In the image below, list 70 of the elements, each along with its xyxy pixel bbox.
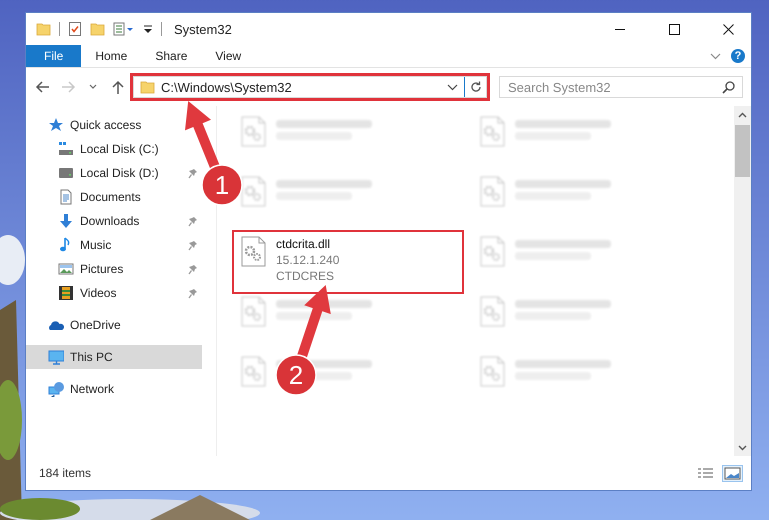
blurred-file-icon — [479, 356, 507, 388]
folder-icon — [140, 79, 155, 95]
blurred-file-icon — [240, 116, 268, 148]
file-detail: CTDCRES — [276, 268, 336, 284]
search-field[interactable]: Search System32 — [499, 76, 743, 98]
address-field[interactable]: C:\Windows\System32 — [133, 76, 487, 98]
dll-file-icon — [240, 236, 268, 268]
film-icon — [58, 285, 74, 301]
drive-icon — [58, 141, 74, 157]
picture-icon — [58, 261, 74, 277]
ribbon-tab[interactable]: Home — [81, 45, 142, 67]
sidebar-item[interactable]: Quick access — [26, 113, 146, 137]
scrollbar[interactable] — [734, 106, 751, 456]
sidebar-item[interactable]: Pictures — [26, 257, 202, 281]
customize-icon[interactable] — [113, 21, 135, 37]
callout-badge: 2 — [275, 354, 317, 396]
blurred-file-icon — [479, 116, 507, 148]
pin-icon[interactable] — [188, 216, 198, 226]
blurred-file-icon — [240, 176, 268, 208]
network-icon — [48, 381, 64, 397]
sidebar-item[interactable]: Network — [26, 377, 118, 401]
dropdown-icon[interactable] — [143, 24, 153, 34]
file-detail: 15.12.1.240 — [276, 252, 340, 268]
pin-icon[interactable] — [188, 168, 198, 178]
window-title: System32 — [174, 22, 233, 36]
blurred-file-icon — [240, 356, 268, 388]
ribbon-tab[interactable]: Share — [141, 45, 202, 67]
item-count: 184 items — [39, 466, 92, 480]
download-icon — [58, 213, 74, 229]
up-icon — [110, 80, 125, 94]
back-icon — [35, 80, 52, 94]
pin-icon[interactable] — [188, 264, 198, 274]
sidebar-item[interactable]: Documents — [26, 185, 145, 209]
close-icon — [722, 24, 734, 34]
sidebar-item[interactable]: OneDrive — [26, 313, 125, 337]
monitor-icon — [48, 349, 64, 365]
expand-ribbon-icon[interactable] — [710, 52, 721, 60]
document-icon — [58, 189, 74, 205]
scroll-thumb[interactable] — [735, 125, 750, 177]
maximize-icon — [668, 24, 680, 34]
properties-icon[interactable] — [68, 21, 82, 37]
ribbon-tab[interactable]: File — [26, 45, 82, 67]
details-view-icon — [697, 466, 714, 480]
scroll-up-icon[interactable] — [738, 112, 747, 118]
search-icon[interactable] — [722, 81, 735, 94]
star-icon — [48, 117, 64, 133]
scroll-down-icon[interactable] — [738, 444, 747, 450]
blurred-file-icon — [479, 236, 507, 268]
file-item[interactable]: ctdcrita.dll 15.12.1.240 CTDCRES — [234, 232, 462, 292]
forward-icon — [60, 80, 76, 94]
refresh-icon — [470, 81, 482, 93]
blurred-file-icon — [479, 296, 507, 328]
sidebar-item[interactable]: Music — [26, 233, 202, 257]
blurred-file-icon — [240, 296, 268, 328]
large-icons-view-icon — [724, 466, 741, 480]
file-name: ctdcrita.dll — [276, 236, 332, 252]
callout-badge: 1 — [201, 164, 243, 206]
pin-icon[interactable] — [188, 240, 198, 250]
sidebar-item[interactable]: Local Disk (D:) — [26, 161, 202, 185]
address-path: C:\Windows\System32 — [161, 80, 293, 94]
ribbon-tab[interactable]: View — [201, 45, 256, 67]
blurred-file-icon — [479, 176, 507, 208]
sidebar-item[interactable]: Downloads — [26, 209, 202, 233]
chevron-icon[interactable] — [447, 84, 458, 90]
drive-icon — [58, 165, 74, 181]
sidebar-item[interactable]: This PC — [26, 345, 202, 369]
sidebar-item[interactable]: Videos — [26, 281, 202, 305]
help-button[interactable]: ? — [731, 49, 745, 63]
sidebar-item[interactable]: Local Disk (C:) — [26, 137, 163, 161]
pin-icon[interactable] — [188, 288, 198, 298]
